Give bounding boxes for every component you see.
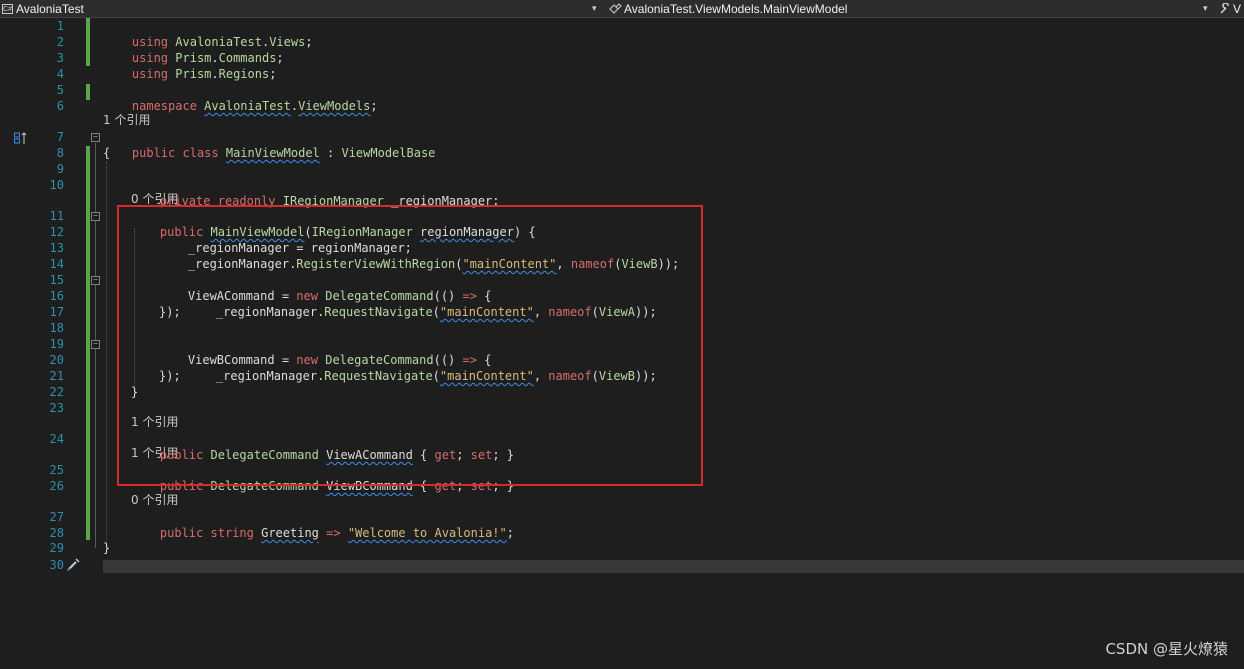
- member-dropdown[interactable]: V: [1219, 0, 1241, 17]
- class-icon: [609, 2, 622, 14]
- code-editor[interactable]: − − − − 1 个引用 0 个引用 1 个引用 1 个引用 0 个引用 us…: [0, 18, 1244, 669]
- type-dropdown[interactable]: AvaloniaTest.ViewModels.MainViewModel: [608, 0, 847, 17]
- collapse-toggle[interactable]: −: [91, 212, 100, 221]
- project-name: AvaloniaTest: [16, 1, 84, 16]
- line-number: 10: [49, 178, 64, 192]
- quick-actions-brush-icon[interactable]: [66, 558, 80, 572]
- watermark: CSDN @星火燎猿: [1105, 640, 1228, 658]
- line-number: 26: [49, 479, 64, 493]
- line-number: 29: [49, 541, 64, 555]
- line-number: 18: [49, 321, 64, 335]
- change-indicator: [86, 146, 90, 540]
- code-line-29: }: [103, 541, 111, 555]
- wrench-icon: [1220, 2, 1229, 14]
- line-number: 15: [49, 273, 64, 287]
- line-number: 20: [49, 353, 64, 367]
- code-line-7: public class MainViewModel : ViewModelBa…: [131, 146, 436, 160]
- line-number: 16: [49, 289, 64, 303]
- code-line-8: {: [103, 146, 111, 160]
- type-path: AvaloniaTest.ViewModels.MainViewModel: [624, 1, 848, 16]
- line-number: 1: [56, 19, 64, 33]
- member-name: V: [1233, 1, 1242, 16]
- chevron-down-icon[interactable]: ▾: [592, 0, 597, 16]
- chevron-down-icon[interactable]: ▾: [1203, 0, 1208, 16]
- annotation-highlight-box: [117, 205, 703, 486]
- line-number: 24: [49, 432, 64, 446]
- indent-guide: [106, 162, 107, 544]
- change-indicator: [86, 18, 90, 66]
- current-line-highlight: [103, 560, 1244, 573]
- line-number: 21: [49, 369, 64, 383]
- collapse-toggle[interactable]: −: [91, 276, 100, 285]
- navigation-bar: C# AvaloniaTest ▾ AvaloniaTest.ViewModel…: [0, 0, 1244, 18]
- outline-line: [95, 221, 96, 396]
- line-number: 12: [49, 225, 64, 239]
- collapse-toggle[interactable]: −: [91, 133, 100, 142]
- line-number: 23: [49, 401, 64, 415]
- line-number: 27: [49, 510, 64, 524]
- line-number: 3: [56, 51, 64, 65]
- line-number: 22: [49, 385, 64, 399]
- line-number: 14: [49, 257, 64, 271]
- line-number: 8: [56, 146, 64, 160]
- line-number: 13: [49, 241, 64, 255]
- code-line-5: namespace AvaloniaTest.ViewModels;: [131, 99, 378, 113]
- line-number: 4: [56, 67, 64, 81]
- line-number: 5: [56, 83, 64, 97]
- line-number: 19: [49, 337, 64, 351]
- line-number: 2: [56, 35, 64, 49]
- collapse-toggle[interactable]: −: [91, 340, 100, 349]
- line-number: 7: [56, 130, 64, 144]
- line-number: 11: [49, 209, 64, 223]
- line-number: 9: [56, 162, 64, 176]
- csharp-project-icon: C#: [2, 3, 13, 14]
- line-number: 17: [49, 305, 64, 319]
- project-dropdown[interactable]: C# AvaloniaTest: [0, 0, 84, 17]
- line-number: 28: [49, 526, 64, 540]
- code-line-27: public string Greeting => "Welcome to Av…: [159, 526, 514, 540]
- line-number: 30: [49, 558, 64, 572]
- line-number: 6: [56, 99, 64, 113]
- line-number: 25: [49, 463, 64, 477]
- change-indicator: [86, 84, 90, 100]
